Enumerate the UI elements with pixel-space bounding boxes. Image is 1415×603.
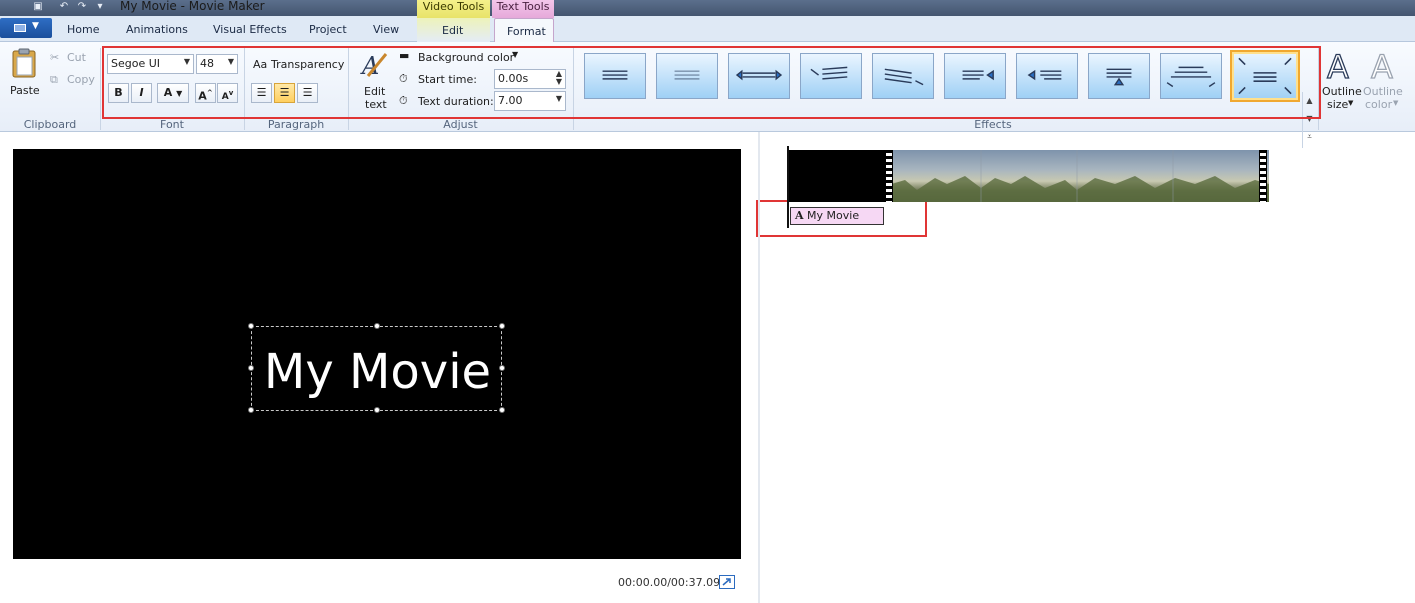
- save-icon[interactable]: ▣: [32, 1, 44, 13]
- resize-handle[interactable]: [248, 407, 254, 413]
- redo-icon[interactable]: ↷: [76, 1, 88, 13]
- outline-color-line2[interactable]: color: [1365, 98, 1392, 111]
- outline-color-icon[interactable]: A: [1370, 47, 1400, 86]
- resize-handle[interactable]: [248, 323, 254, 329]
- resize-handle[interactable]: [499, 407, 505, 413]
- fullscreen-icon[interactable]: [719, 575, 735, 589]
- video-clip[interactable]: [885, 150, 1269, 202]
- resize-handle[interactable]: [248, 365, 254, 371]
- outline-size-line2[interactable]: size: [1327, 98, 1348, 111]
- quick-access-dropdown-icon[interactable]: ▾: [94, 1, 106, 13]
- film-sprocket-left: [885, 150, 893, 202]
- highlight-ribbon-box: [102, 46, 1321, 119]
- adjust-group-label: Adjust: [443, 118, 478, 131]
- tab-home[interactable]: Home: [67, 23, 99, 36]
- svg-text:A: A: [1371, 48, 1393, 82]
- outline-size-line1[interactable]: Outline: [1322, 85, 1362, 98]
- text-clip-icon: A: [795, 209, 804, 222]
- resize-handle[interactable]: [499, 323, 505, 329]
- panel-divider[interactable]: [758, 132, 760, 603]
- caption-text-box[interactable]: My Movie: [248, 323, 505, 413]
- caption-text[interactable]: My Movie: [252, 342, 503, 402]
- video-tools-context-label: Video Tools: [417, 0, 490, 18]
- tab-view[interactable]: View: [373, 23, 399, 36]
- caption-clip-label: My Movie: [807, 209, 860, 222]
- paste-button[interactable]: Paste: [10, 84, 40, 97]
- file-menu-button[interactable]: ▼: [0, 18, 52, 38]
- playhead-cursor[interactable]: [787, 146, 789, 228]
- font-group-label: Font: [160, 118, 184, 131]
- effects-group-label: Effects: [974, 118, 1012, 131]
- clipboard-group-label: Clipboard: [23, 118, 77, 131]
- window-title: My Movie - Movie Maker: [120, 0, 265, 13]
- copy-icon[interactable]: ⧉: [50, 73, 58, 87]
- chevron-down-icon: ▼: [32, 21, 39, 31]
- outline-size-icon[interactable]: A: [1326, 47, 1356, 86]
- cut-icon[interactable]: ✂: [50, 51, 59, 64]
- paragraph-group-label: Paragraph: [267, 118, 325, 131]
- copy-button[interactable]: Copy: [67, 73, 95, 86]
- title-bar: ▣ ↶ ↷ ▾ My Movie - Movie Maker: [0, 0, 1415, 16]
- outline-color-line1[interactable]: Outline: [1363, 85, 1403, 98]
- undo-icon[interactable]: ↶: [58, 1, 70, 13]
- resize-handle[interactable]: [499, 365, 505, 371]
- ribbon-tab-row: ▼ Home Animations Visual Effects Project…: [0, 16, 1415, 42]
- file-menu-icon: [14, 24, 26, 32]
- tab-visual-effects[interactable]: Visual Effects: [213, 23, 287, 36]
- text-tools-context-label: Text Tools: [492, 0, 554, 18]
- tab-edit[interactable]: Edit: [442, 24, 463, 37]
- title-clip[interactable]: [789, 150, 885, 202]
- cut-button[interactable]: Cut: [67, 51, 86, 64]
- paste-icon[interactable]: [10, 48, 40, 80]
- tab-format-selected[interactable]: Format: [494, 18, 554, 43]
- resize-handle[interactable]: [374, 323, 380, 329]
- caption-clip[interactable]: A My Movie: [790, 207, 884, 225]
- chevron-down-icon[interactable]: ▼: [1393, 99, 1398, 107]
- playback-timecode: 00:00.00/00:37.09: [618, 576, 721, 589]
- resize-handle[interactable]: [374, 407, 380, 413]
- tab-animations[interactable]: Animations: [126, 23, 188, 36]
- chevron-down-icon[interactable]: ▼: [1348, 99, 1353, 107]
- tab-project[interactable]: Project: [309, 23, 347, 36]
- svg-text:A: A: [1327, 48, 1349, 82]
- film-sprocket-right: [1259, 150, 1267, 202]
- tab-format-label: Format: [507, 25, 546, 38]
